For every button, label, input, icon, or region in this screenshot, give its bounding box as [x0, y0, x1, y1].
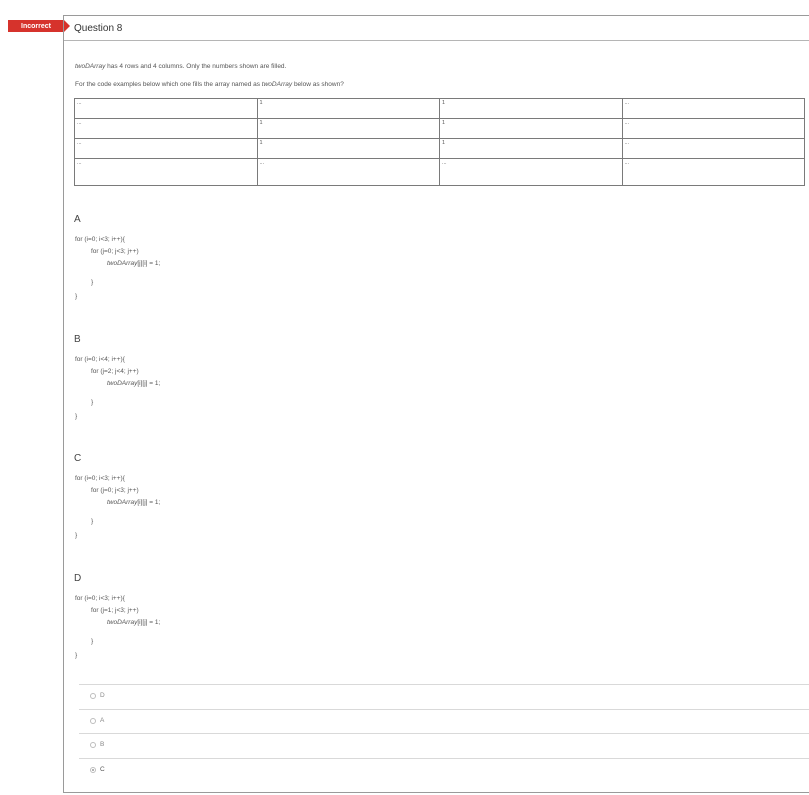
code-statement: twoDArray[j][i] = 1;	[107, 260, 160, 267]
grid-cell: ...	[439, 158, 623, 186]
answer-label: B	[100, 741, 105, 748]
code-outer-loop: for (i=0; i<3; i++){	[75, 595, 125, 602]
option-letter: A	[74, 214, 81, 225]
code-inner-loop: for (j=0; j<3; j++)	[91, 248, 139, 255]
grid-cell: ...	[621, 158, 805, 186]
grid-row: ... ... ... ...	[74, 158, 805, 186]
intro-text: below as shown?	[292, 81, 344, 88]
grid-cell: 1	[256, 98, 440, 119]
grid-cell: ...	[256, 158, 440, 186]
answer-label: A	[100, 717, 105, 724]
question-header: Question 8	[64, 16, 809, 41]
intro-text: has 4 rows and 4 columns. Only the numbe…	[105, 63, 287, 70]
code-brace: }	[75, 532, 78, 539]
code-brace: }	[91, 638, 94, 645]
grid-cell: ...	[621, 98, 805, 119]
radio-button[interactable]	[90, 693, 96, 699]
array-name: twoDArray	[75, 63, 106, 70]
grid-cell: 1	[439, 118, 623, 139]
grid-cell: ...	[621, 118, 805, 139]
grid-row: ... 1 1 ...	[74, 118, 805, 139]
question-intro-line2: For the code examples below which one fi…	[75, 81, 344, 88]
question-panel: Question 8 twoDArray has 4 rows and 4 co…	[63, 15, 809, 793]
code-brace: }	[91, 279, 94, 286]
grid-row: ... 1 1 ...	[74, 138, 805, 159]
code-inner-loop: for (j=0; j<3; j++)	[91, 487, 139, 494]
array-name: twoDArray	[107, 499, 138, 506]
radio-button[interactable]	[90, 718, 96, 724]
grid-row: ... 1 1 ...	[74, 98, 805, 119]
grid-cell: ...	[74, 138, 258, 159]
code-brace: }	[75, 413, 78, 420]
grid-cell: ...	[74, 98, 258, 119]
statement-text: [i][j] = 1;	[137, 499, 161, 506]
code-brace: }	[75, 652, 78, 659]
grid-cell: 1	[256, 118, 440, 139]
question-intro-line1: twoDArray has 4 rows and 4 columns. Only…	[75, 63, 286, 70]
status-badge: Incorrect	[8, 20, 64, 32]
code-inner-loop: for (j=2; j<4; j++)	[91, 368, 139, 375]
statement-text: [i][j] = 1;	[137, 619, 161, 626]
answer-choice-a[interactable]: A	[79, 709, 809, 733]
answer-label: D	[100, 692, 105, 699]
array-name: twoDArray	[261, 81, 293, 88]
code-inner-loop: for (j=1; j<3; j++)	[91, 607, 139, 614]
code-brace: }	[75, 293, 78, 300]
answer-choice-b[interactable]: B	[79, 733, 809, 757]
code-brace: }	[91, 399, 94, 406]
code-statement: twoDArray[i][j] = 1;	[107, 499, 160, 506]
answer-choice-d[interactable]: D	[79, 684, 809, 708]
code-statement: twoDArray[i][j] = 1;	[107, 380, 160, 387]
code-outer-loop: for (i=0; i<4; i++){	[75, 356, 125, 363]
statement-text: [j][i] = 1;	[137, 260, 161, 267]
code-outer-loop: for (i=0; i<3; i++){	[75, 236, 125, 243]
array-name: twoDArray	[107, 619, 138, 626]
intro-text: For the code examples below which one fi…	[75, 81, 262, 88]
radio-button-selected[interactable]	[90, 767, 96, 773]
option-letter: B	[74, 334, 81, 345]
code-outer-loop: for (i=0; i<3; i++){	[75, 475, 125, 482]
grid-cell: ...	[74, 118, 258, 139]
option-letter: C	[74, 453, 82, 464]
question-title: Question 8	[74, 23, 123, 34]
answer-choice-c[interactable]: C	[79, 758, 809, 782]
array-name: twoDArray	[107, 380, 138, 387]
statement-text: [i][j] = 1;	[137, 380, 161, 387]
radio-button[interactable]	[90, 742, 96, 748]
option-letter: D	[74, 573, 82, 584]
grid-cell: 1	[256, 138, 440, 159]
code-brace: }	[91, 518, 94, 525]
grid-cell: ...	[621, 138, 805, 159]
array-grid: ... 1 1 ... ... 1 1 ... ... 1 1 ... ... …	[74, 98, 805, 186]
grid-cell: ...	[74, 158, 258, 186]
array-name: twoDArray	[107, 260, 138, 267]
grid-cell: 1	[439, 138, 623, 159]
answer-label: C	[100, 766, 105, 773]
code-statement: twoDArray[i][j] = 1;	[107, 619, 160, 626]
grid-cell: 1	[439, 98, 623, 119]
